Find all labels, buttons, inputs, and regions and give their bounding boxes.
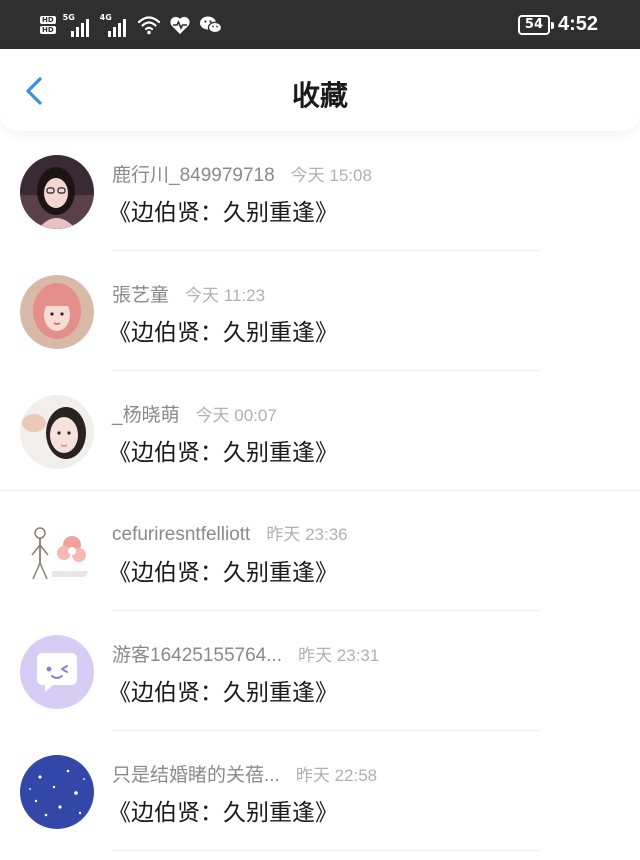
battery-icon: 54: [517, 14, 554, 35]
item-meta: 張艺童 今天 11:23: [112, 280, 265, 307]
item-meta: 只是结婚睹的关蓓... 昨天 22:58: [112, 760, 377, 787]
timestamp: 昨天 23:36: [266, 525, 348, 544]
timestamp: 今天 00:07: [195, 406, 277, 425]
status-bar-left: HD HD 5G 4G: [40, 13, 223, 37]
avatar[interactable]: [20, 755, 94, 829]
favorite-item[interactable]: 張艺童 今天 11:23 《边伯贤：久别重逢》: [0, 251, 640, 371]
work-title[interactable]: 《边伯贤：久别重逢》: [108, 673, 338, 707]
avatar[interactable]: [20, 515, 94, 589]
timestamp: 今天 11:23: [185, 286, 266, 305]
avatar[interactable]: [20, 395, 94, 469]
work-title[interactable]: 《边伯贤：久别重逢》: [108, 793, 338, 827]
sim2-signal-icon: 4G: [100, 13, 130, 37]
wechat-icon: [199, 16, 222, 34]
health-heart-icon: [170, 16, 190, 34]
timestamp: 昨天 23:31: [298, 646, 380, 665]
page-title: 收藏: [291, 79, 348, 112]
favorite-item[interactable]: _杨晓萌 今天 00:07 《边伯贤：久别重逢》: [0, 371, 640, 491]
username[interactable]: 游客16425155764...: [112, 640, 282, 667]
favorite-item[interactable]: 游客16425155764... 昨天 23:31 《边伯贤：久别重逢》: [0, 611, 640, 731]
username[interactable]: 只是结婚睹的关蓓...: [112, 760, 280, 787]
status-bar: HD HD 5G 4G 54 4:52: [0, 0, 640, 49]
sim1-signal-icon: 5G: [63, 13, 93, 37]
work-title[interactable]: 《边伯贤：久别重逢》: [108, 193, 338, 227]
work-title[interactable]: 《边伯贤：久别重逢》: [108, 313, 338, 347]
timestamp: 昨天 22:58: [295, 766, 378, 785]
item-meta: 鹿行川_849979718 今天 15:08: [112, 160, 372, 187]
username[interactable]: cefuriresntfelliott: [112, 524, 250, 546]
item-meta: _杨晓萌 今天 00:07: [112, 400, 277, 427]
hd-volte-indicator: HD HD: [40, 16, 56, 34]
status-bar-right: 54 4:52: [517, 13, 598, 36]
username[interactable]: 張艺童: [112, 280, 169, 307]
favorite-item[interactable]: 鹿行川_849979718 今天 15:08 《边伯贤：久别重逢》: [0, 131, 640, 251]
timestamp: 今天 15:08: [290, 166, 372, 185]
username[interactable]: 鹿行川_849979718: [112, 160, 275, 187]
work-title[interactable]: 《边伯贤：久别重逢》: [108, 553, 338, 587]
avatar[interactable]: [20, 275, 94, 349]
favorite-item[interactable]: 只是结婚睹的关蓓... 昨天 22:58 《边伯贤：久别重逢》: [0, 731, 640, 851]
avatar[interactable]: [20, 635, 94, 709]
wifi-icon: [137, 16, 160, 35]
favorite-item[interactable]: cefuriresntfelliott 昨天 23:36 《边伯贤：久别重逢》: [0, 491, 640, 611]
status-clock: 4:52: [557, 13, 598, 35]
work-title[interactable]: 《边伯贤：久别重逢》: [108, 433, 338, 467]
nav-bar: 收藏: [0, 49, 640, 131]
favorites-list: 鹿行川_849979718 今天 15:08 《边伯贤：久别重逢》 張艺童 今天…: [0, 131, 640, 851]
item-meta: cefuriresntfelliott 昨天 23:36: [112, 520, 348, 546]
avatar[interactable]: [20, 155, 94, 229]
hd-badge-1: HD: [40, 16, 56, 24]
hd-badge-2: HD: [40, 26, 56, 34]
divider: [112, 850, 540, 851]
item-meta: 游客16425155764... 昨天 23:31: [112, 640, 379, 667]
username[interactable]: _杨晓萌: [112, 400, 180, 427]
